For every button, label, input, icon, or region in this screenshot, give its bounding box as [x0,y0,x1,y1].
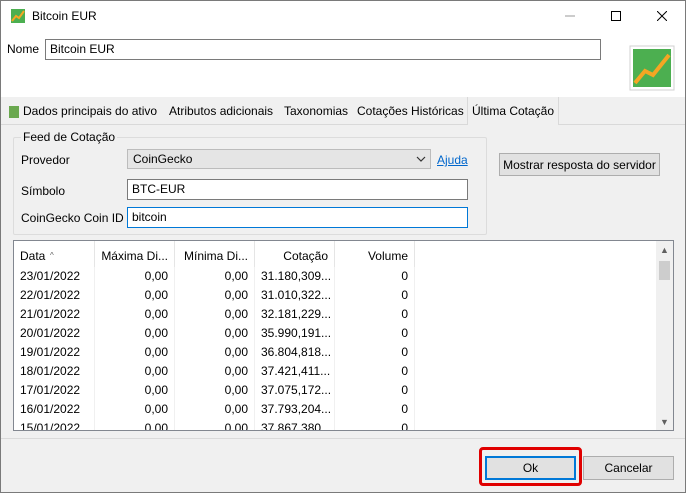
cell-high: 0,00 [95,419,175,430]
tab-additional-attributes[interactable]: Atributos adicionais [169,97,273,125]
header-area: Nome Bitcoin EUR [1,31,685,97]
help-link[interactable]: Ajuda [437,153,468,167]
column-header-volume[interactable]: Volume [335,241,415,267]
tab-latest-quote[interactable]: Última Cotação [467,97,560,125]
cell-quote: 37.793,204... [255,400,335,419]
cell-date: 19/01/2022 [14,343,95,362]
window-title: Bitcoin EUR [32,9,97,23]
cell-quote: 35.990,191... [255,324,335,343]
cell-quote: 31.180,309... [255,267,335,286]
cell-volume: 0 [335,324,415,343]
cell-date: 20/01/2022 [14,324,95,343]
cell-date: 23/01/2022 [14,267,95,286]
tab-historical-quotes[interactable]: Cotações Históricas [357,97,464,125]
coin-id-label: CoinGecko Coin ID [21,211,124,225]
quote-feed-title: Feed de Cotação [21,130,118,144]
cell-date: 16/01/2022 [14,400,95,419]
cell-date: 15/01/2022 [14,419,95,430]
ok-button[interactable]: Ok [485,456,576,480]
cell-low: 0,00 [175,343,255,362]
cell-low: 0,00 [175,305,255,324]
tab-bar: Dados principais do ativo Atributos adic… [1,97,685,125]
cell-quote: 37.075,172... [255,381,335,400]
column-label: Data [20,249,46,263]
cell-high: 0,00 [95,381,175,400]
cell-low: 0,00 [175,267,255,286]
cell-high: 0,00 [95,362,175,381]
table-row[interactable]: 22/01/2022 0,00 0,00 31.010,322... 0 [14,286,656,305]
cell-volume: 0 [335,400,415,419]
symbol-label: Símbolo [21,184,66,198]
scroll-up-icon[interactable]: ▲ [656,241,673,258]
column-header-low[interactable]: Mínima Di... [175,241,255,267]
quotes-table: ^ Data Máxima Di... Mínima Di... Cotação… [13,240,674,431]
name-label: Nome [7,42,40,56]
scroll-down-icon[interactable]: ▼ [656,413,673,430]
table-header: ^ Data Máxima Di... Mínima Di... Cotação… [14,241,656,267]
coin-id-input[interactable]: bitcoin [127,207,468,228]
column-header-high[interactable]: Máxima Di... [95,241,175,267]
dialog-window: Bitcoin EUR Nome Bitcoin EUR Dados princ… [0,0,686,493]
cell-low: 0,00 [175,381,255,400]
cell-low: 0,00 [175,324,255,343]
cell-high: 0,00 [95,267,175,286]
maximize-button[interactable] [593,1,639,31]
symbol-input[interactable]: BTC-EUR [127,179,468,200]
cell-quote: 32.181,229... [255,305,335,324]
provider-label: Provedor [21,153,70,167]
cell-quote: 36.804,818... [255,343,335,362]
cell-volume: 0 [335,343,415,362]
cell-volume: 0 [335,267,415,286]
cell-high: 0,00 [95,343,175,362]
scroll-thumb[interactable] [659,261,670,280]
page-icon [9,105,19,118]
cell-date: 22/01/2022 [14,286,95,305]
tab-main-data[interactable]: Dados principais do ativo [9,97,157,125]
tab-taxonomies[interactable]: Taxonomias [284,97,348,125]
chevron-down-icon[interactable] [414,151,428,167]
cell-high: 0,00 [95,324,175,343]
cell-date: 21/01/2022 [14,305,95,324]
tab-label: Dados principais do ativo [23,104,158,118]
cell-volume: 0 [335,381,415,400]
cell-low: 0,00 [175,362,255,381]
table-row[interactable]: 16/01/2022 0,00 0,00 37.793,204... 0 [14,400,656,419]
table-row[interactable]: 15/01/2022 0,00 0,00 37.867,380... 0 [14,419,656,430]
cell-volume: 0 [335,305,415,324]
cell-date: 17/01/2022 [14,381,95,400]
column-header-quote[interactable]: Cotação [255,241,335,267]
table-row[interactable]: 18/01/2022 0,00 0,00 37.421,411... 0 [14,362,656,381]
table-row[interactable]: 19/01/2022 0,00 0,00 36.804,818... 0 [14,343,656,362]
security-logo [629,45,675,91]
cell-high: 0,00 [95,286,175,305]
minimize-button[interactable] [547,1,593,31]
cell-quote: 37.867,380... [255,419,335,430]
provider-select[interactable]: CoinGecko [127,149,431,169]
name-input[interactable]: Bitcoin EUR [45,39,601,60]
cell-low: 0,00 [175,286,255,305]
table-row[interactable]: 23/01/2022 0,00 0,00 31.180,309... 0 [14,267,656,286]
cell-quote: 37.421,411... [255,362,335,381]
cancel-button[interactable]: Cancelar [583,456,674,480]
close-button[interactable] [639,1,685,31]
footer-divider [1,438,685,439]
cell-high: 0,00 [95,400,175,419]
vertical-scrollbar[interactable]: ▲ ▼ [656,241,673,430]
cell-volume: 0 [335,419,415,430]
cell-quote: 31.010,322... [255,286,335,305]
cell-volume: 0 [335,362,415,381]
table-row[interactable]: 21/01/2022 0,00 0,00 32.181,229... 0 [14,305,656,324]
title-bar: Bitcoin EUR [1,1,685,31]
sort-up-icon: ^ [50,251,54,260]
cell-high: 0,00 [95,305,175,324]
cell-low: 0,00 [175,400,255,419]
pencil-chart-icon [10,8,26,24]
show-server-response-button[interactable]: Mostrar resposta do servidor [499,153,660,176]
column-header-date[interactable]: ^ Data [14,241,95,267]
table-row[interactable]: 17/01/2022 0,00 0,00 37.075,172... 0 [14,381,656,400]
cell-low: 0,00 [175,419,255,430]
cell-volume: 0 [335,286,415,305]
cell-date: 18/01/2022 [14,362,95,381]
table-row[interactable]: 20/01/2022 0,00 0,00 35.990,191... 0 [14,324,656,343]
